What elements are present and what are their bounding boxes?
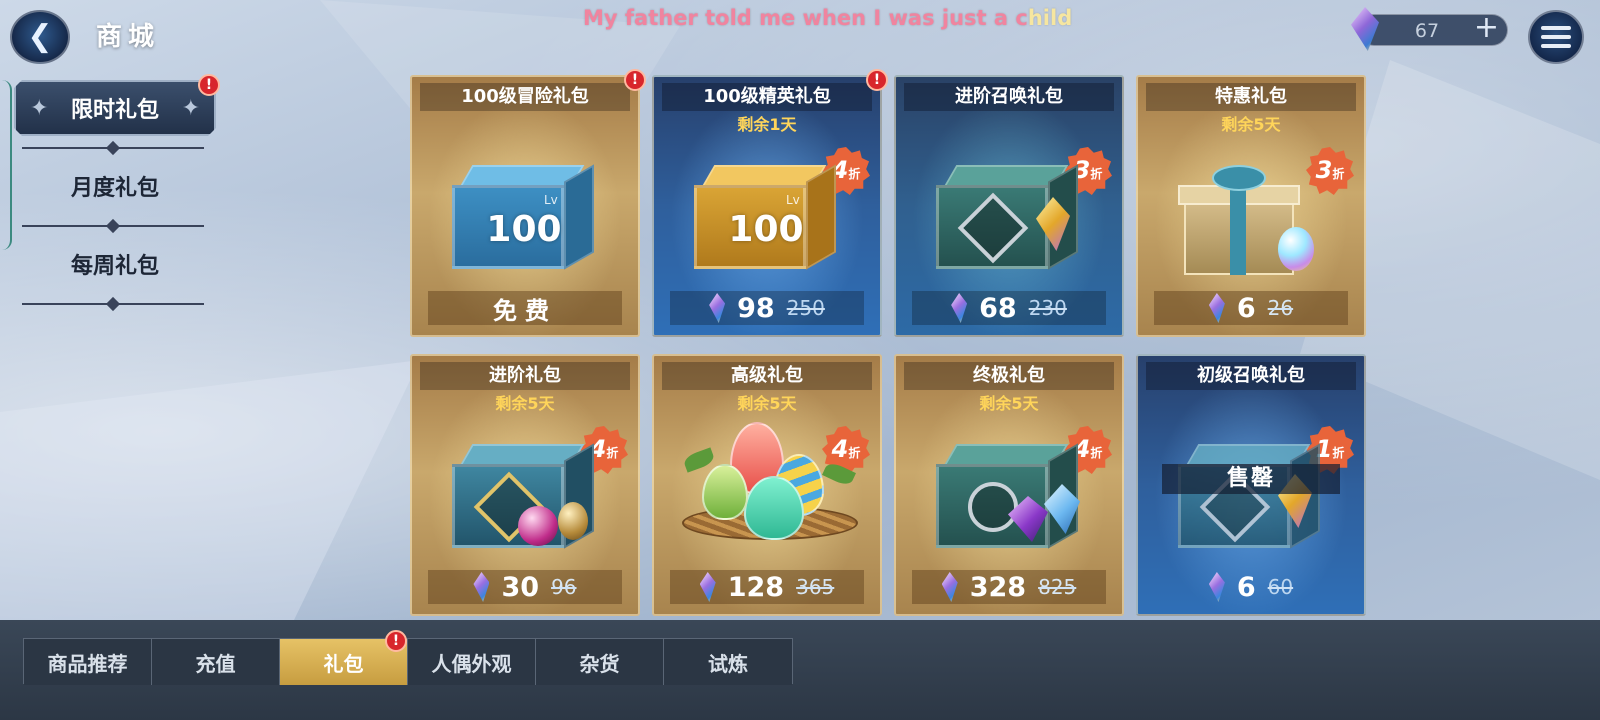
lv-label: Lv [786,193,800,207]
sidebar-item-label: 每周礼包 [70,254,159,279]
card-title: 终极礼包 [904,362,1114,390]
crystal-gem-icon [951,293,968,323]
remaining-time: 剩余1天 [737,115,797,134]
alert-badge-icon: ! [624,69,646,91]
blue-chest-icon: Lv 100 [452,159,602,279]
card-title: 特惠礼包 [1146,83,1356,111]
leaf-icon [682,447,716,473]
star-ornament-icon: ✦ [30,96,49,121]
alert-badge-icon: ! [385,630,407,652]
golden-egg-icon [558,502,588,540]
discount-badge-icon: 3折 [1306,147,1354,195]
subtitle-highlight: hild [1027,6,1073,30]
pack-card-elite-100[interactable]: 100级精英礼包 剩余1天 4折 Lv 100 98 250 [652,75,882,337]
crystal-gem-icon [473,572,490,602]
currency-amount: 67 [1414,20,1440,42]
sidebar-item-weekly[interactable]: 每周礼包 [14,244,216,284]
crystal-gem-icon [709,293,726,323]
card-title: 进阶礼包 [420,362,630,390]
remaining-time: 剩余5天 [737,394,797,413]
lv-label: Lv [544,193,558,207]
crystal-gem-icon [1208,572,1225,602]
price: 30 [501,571,540,603]
original-price: 825 [1038,575,1077,599]
price-bar: 6 60 [1154,570,1348,604]
crystal-gem-icon [941,572,958,602]
remaining-time: 剩余5天 [495,394,555,413]
price-bar: 68 230 [912,291,1106,325]
tab-recommended[interactable]: 商品推荐 [24,639,152,685]
sidebar-item-monthly[interactable]: 月度礼包 [14,166,216,206]
original-price: 26 [1267,296,1294,320]
card-title: 高级礼包 [662,362,872,390]
currency-display: 67 + [1351,7,1508,51]
free-label: 免费 [493,296,557,325]
original-price: 60 [1267,575,1294,599]
sidebar-divider [22,221,204,231]
price: 98 [737,292,775,324]
crystal-gem-icon [1351,7,1379,51]
lyrics-subtitle: My father told me when I was just a chil… [583,6,1072,30]
card-title: 100级冒险礼包 [420,83,630,111]
original-price: 250 [786,296,825,320]
crystal-gem-icon [1208,293,1225,323]
card-title: 100级精英礼包 [662,83,872,111]
tab-doll-appearance[interactable]: 人偶外观 [408,639,536,685]
price-bar: 30 96 [428,570,622,604]
pack-card-ultimate[interactable]: 终极礼包 剩余5天 4折 328 825 [894,354,1124,616]
original-price: 96 [551,575,577,599]
pack-card-special[interactable]: 特惠礼包 剩余5天 3折 6 26 [1136,75,1366,337]
add-currency-button[interactable]: + [1474,13,1499,43]
lv-value: 100 [728,209,804,250]
background-facet [0,360,420,620]
sidebar-item-label: 限时礼包 [70,98,159,123]
shop-category-tabs: 商品推荐 充值 礼包 人偶外观 杂货 试炼 [23,638,793,685]
price-bar: 6 26 [1154,291,1348,325]
tab-trial[interactable]: 试炼 [664,639,792,685]
price: 6 [1236,292,1256,324]
sidebar-divider [22,299,204,309]
gold-chest-icon: Lv 100 [694,159,844,279]
price-bar: 免费 [428,291,622,325]
price: 128 [727,571,785,603]
price-bar: 328 825 [912,570,1106,604]
card-title: 初级召唤礼包 [1146,362,1356,390]
star-ornament-icon: ✦ [181,96,200,121]
pack-card-adventure-100[interactable]: 100级冒险礼包 Lv 100 免费 [410,75,640,337]
tab-goods[interactable]: 杂货 [536,639,664,685]
price-bar: 128 365 [670,570,864,604]
magic-orb-icon [518,506,558,546]
sold-out-label: 售罄 [1162,464,1340,494]
potion-icon [1278,227,1314,271]
tab-recharge[interactable]: 充值 [152,639,280,685]
crystal-gem-icon [699,572,716,602]
pack-card-advanced[interactable]: 进阶礼包 剩余5天 4折 30 96 [410,354,640,616]
hamburger-menu-icon[interactable] [1528,10,1584,64]
price: 328 [969,571,1027,603]
remaining-time: 剩余5天 [1221,115,1281,134]
sidebar-item-label: 月度礼包 [70,176,159,201]
original-price: 365 [796,575,835,599]
sidebar-divider [22,143,204,153]
price: 68 [979,292,1017,324]
alert-badge-icon: ! [198,74,220,96]
original-price: 230 [1028,296,1067,320]
pack-card-advanced-summon[interactable]: 进阶召唤礼包 3折 68 230 [894,75,1124,337]
price-bar: 98 250 [670,291,864,325]
pack-card-basic-summon[interactable]: 初级召唤礼包 1折 售罄 6 60 [1136,354,1366,616]
back-button[interactable]: ❮ [10,10,70,64]
pack-card-premium[interactable]: 高级礼包 剩余5天 4折 128 365 [652,354,882,616]
remaining-time: 剩余5天 [979,394,1039,413]
price: 6 [1236,571,1256,603]
card-title: 进阶召唤礼包 [904,83,1114,111]
sidebar-accent [0,80,12,250]
back-arrow-icon: ❮ [27,19,53,54]
page-title: 商城 [96,22,161,52]
lv-value: 100 [486,209,562,250]
sidebar-item-limited[interactable]: ✦ 限时礼包 ✦ [14,80,216,136]
alert-badge-icon: ! [866,69,888,91]
subtitle-text: My father told me when I was just a c [583,6,1028,30]
